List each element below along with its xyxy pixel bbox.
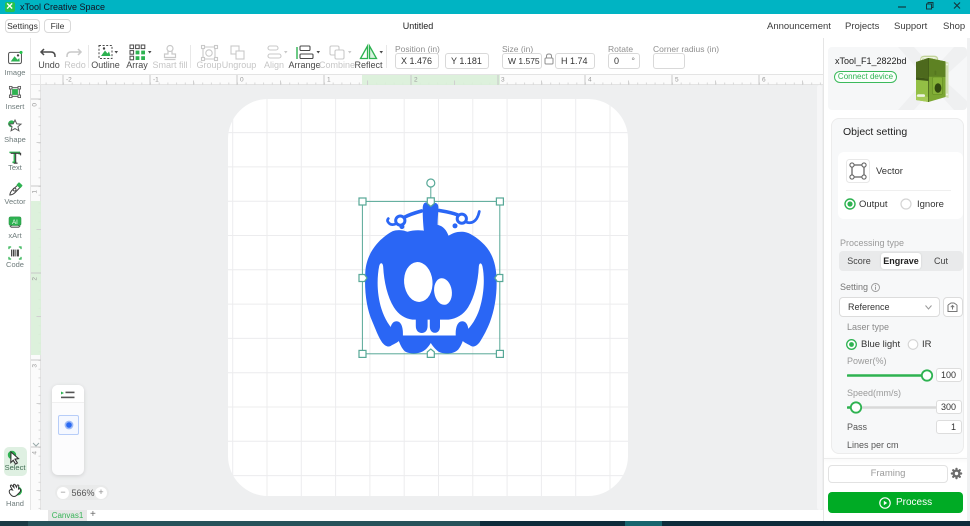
svg-text:AI: AI — [12, 220, 18, 226]
svg-text:2: 2 — [414, 77, 418, 84]
svg-text:5: 5 — [675, 77, 679, 84]
svg-text:4: 4 — [588, 77, 592, 84]
svg-text:6: 6 — [762, 77, 766, 84]
svg-text:0: 0 — [240, 77, 244, 84]
svg-text:3: 3 — [501, 77, 505, 84]
svg-text:2: 2 — [32, 277, 39, 281]
svg-text:1: 1 — [32, 190, 39, 194]
svg-text:4: 4 — [32, 451, 39, 455]
svg-text:0: 0 — [32, 103, 39, 107]
svg-text:1: 1 — [327, 77, 331, 84]
svg-text:-1: -1 — [153, 77, 159, 84]
svg-text:3: 3 — [32, 364, 39, 368]
svg-text:-2: -2 — [66, 77, 72, 84]
